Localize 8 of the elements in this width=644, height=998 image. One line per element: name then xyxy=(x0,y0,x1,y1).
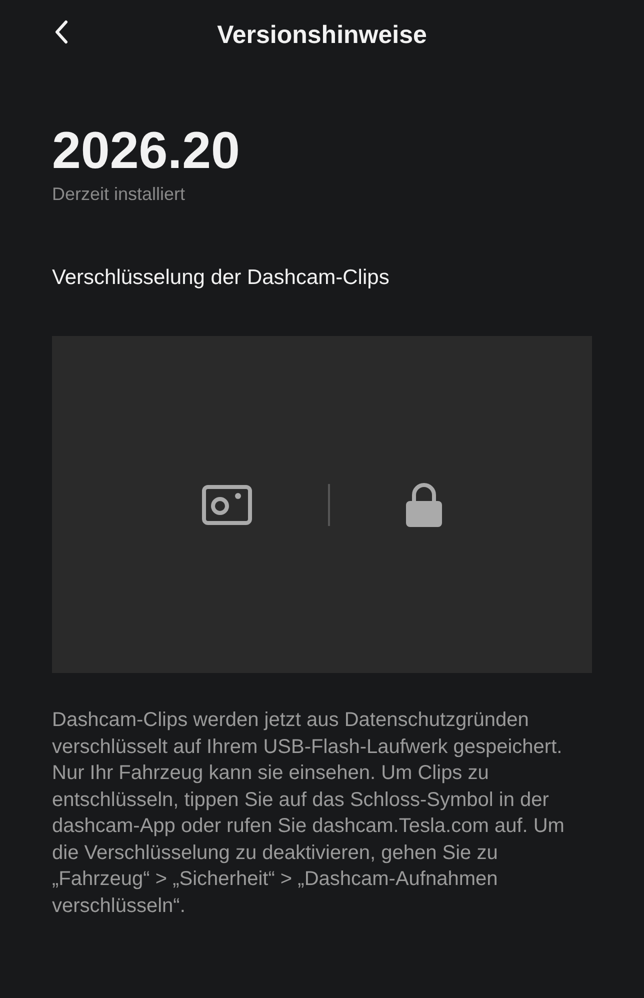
page-title: Versionshinweise xyxy=(217,20,427,50)
version-number: 2026.20 xyxy=(52,121,241,182)
install-status: Derzeit installiert xyxy=(52,183,186,206)
section-title: Verschlüsselung der Dashcam-Clips xyxy=(52,265,390,291)
back-icon[interactable] xyxy=(54,20,68,44)
camera-icon xyxy=(202,484,252,524)
lock-icon xyxy=(406,482,442,526)
description-text: Dashcam-Clips werden jetzt aus Datenschutzgründen verschlüsselt auf Ihrem USB-Flash-Laufwerk gespeichert. Nur Ihr Fahrzeug kann sie einsehen. Um Clips zu entschlüsseln, tippen Sie auf das Schloss-Symbol in der dashcam-App oder rufen Sie dashcam.Tesla.com auf. Um die Verschlüsselung zu deaktivieren, gehen Sie zu „Fahrzeug“ > „Sicherheit“ > „Dashcam-Aufnahmen verschlüsseln“. xyxy=(52,708,566,918)
